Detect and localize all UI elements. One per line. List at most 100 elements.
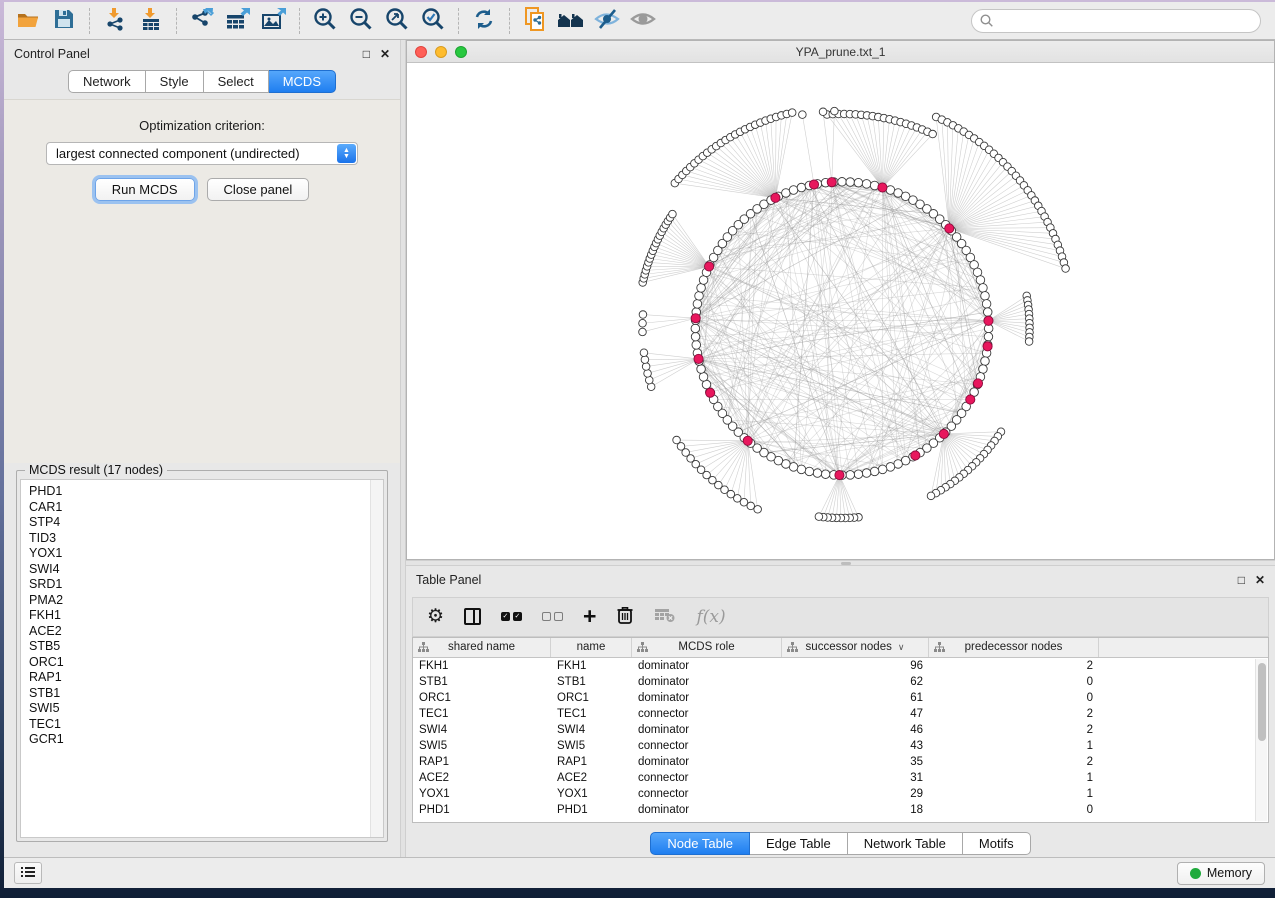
- table-row[interactable]: SWI4SWI4 dominator46 2: [413, 722, 1268, 738]
- dropdown-selected-value: largest connected component (undirected): [47, 146, 300, 161]
- mcds-result-item[interactable]: GCR1: [29, 732, 365, 748]
- open-folder-icon: [16, 8, 40, 33]
- mcds-node: [878, 183, 887, 192]
- zoom-out-button[interactable]: [345, 6, 377, 36]
- mcds-node: [973, 379, 982, 388]
- deselect-all-button[interactable]: [542, 604, 563, 630]
- memory-button[interactable]: Memory: [1177, 862, 1265, 885]
- mcds-result-list[interactable]: PHD1CAR1STP4TID3YOX1SWI4SRD1PMA2FKH1ACE2…: [20, 479, 384, 838]
- column-header-predecessor-nodes[interactable]: predecessor nodes: [929, 638, 1099, 657]
- ring-node: [691, 324, 700, 333]
- mcds-result-item[interactable]: TEC1: [29, 717, 365, 733]
- show-column-button[interactable]: [464, 604, 481, 630]
- mcds-result-item[interactable]: ORC1: [29, 655, 365, 671]
- function-builder-button[interactable]: f(x): [696, 604, 725, 630]
- table-row[interactable]: ACE2ACE2 connector31 1: [413, 770, 1268, 786]
- ring-node: [862, 180, 871, 189]
- delete-table-button[interactable]: [654, 604, 676, 630]
- column-header-shared-name[interactable]: shared name: [413, 638, 551, 657]
- mcds-result-item[interactable]: PHD1: [29, 484, 365, 500]
- tab-motifs[interactable]: Motifs: [963, 832, 1031, 855]
- deselect-all-icon: [542, 612, 563, 621]
- tab-style[interactable]: Style: [146, 70, 204, 93]
- leaf-node: [819, 108, 827, 116]
- splitter-handle-icon[interactable]: [841, 562, 851, 565]
- tab-select[interactable]: Select: [204, 70, 269, 93]
- table-scrollbar[interactable]: [1255, 659, 1267, 821]
- mcds-result-item[interactable]: STB1: [29, 686, 365, 702]
- column-header-MCDS-role[interactable]: MCDS role: [632, 638, 782, 657]
- tab-network[interactable]: Network: [68, 70, 146, 93]
- table-row[interactable]: SWI5SWI5 connector43 1: [413, 738, 1268, 754]
- leaf-node: [669, 210, 677, 218]
- new-network-from-selection-button[interactable]: [519, 6, 551, 36]
- table-row[interactable]: STB1STB1 dominator62 0: [413, 674, 1268, 690]
- add-column-button[interactable]: +: [583, 604, 596, 630]
- mcds-result-item[interactable]: ACE2: [29, 624, 365, 640]
- table-scrollbar-thumb[interactable]: [1258, 663, 1266, 741]
- leaf-node: [639, 319, 647, 327]
- float-panel-icon[interactable]: □: [363, 48, 370, 60]
- mcds-result-item[interactable]: SWI4: [29, 562, 365, 578]
- task-history-button[interactable]: [14, 862, 42, 884]
- mcds-result-item[interactable]: SWI5: [29, 701, 365, 717]
- close-panel-button[interactable]: Close panel: [207, 178, 310, 201]
- table-row[interactable]: FKH1FKH1 dominator96 2: [413, 658, 1268, 674]
- zoom-fit-button[interactable]: [381, 6, 413, 36]
- network-canvas[interactable]: [407, 63, 1274, 559]
- close-panel-icon[interactable]: ✕: [380, 48, 390, 60]
- mcds-result-item[interactable]: CAR1: [29, 500, 365, 516]
- open-button[interactable]: [12, 6, 44, 36]
- export-image-button[interactable]: [258, 6, 290, 36]
- mcds-result-item[interactable]: PMA2: [29, 593, 365, 609]
- close-panel-icon[interactable]: ✕: [1255, 574, 1265, 586]
- save-button[interactable]: [48, 6, 80, 36]
- mcds-list-scrollbar[interactable]: [370, 480, 383, 837]
- optimization-criterion-dropdown[interactable]: largest connected component (undirected)…: [46, 142, 358, 165]
- delete-column-button[interactable]: [616, 604, 634, 630]
- import-table-button[interactable]: [135, 6, 167, 36]
- column-header-name[interactable]: name: [551, 638, 632, 657]
- leaf-node: [831, 107, 839, 115]
- show-all-eye-icon: [629, 7, 657, 34]
- table-row[interactable]: PHD1PHD1 dominator18 0: [413, 802, 1268, 818]
- table-row[interactable]: ORC1ORC1 dominator61 0: [413, 690, 1268, 706]
- table-row[interactable]: YOX1YOX1 connector29 1: [413, 786, 1268, 802]
- table-row[interactable]: TEC1TEC1 connector47 2: [413, 706, 1268, 722]
- tab-edge-table[interactable]: Edge Table: [750, 832, 848, 855]
- tab-network-table[interactable]: Network Table: [848, 832, 963, 855]
- network-window-titlebar[interactable]: YPA_prune.txt_1: [407, 41, 1274, 63]
- tab-mcds[interactable]: MCDS: [269, 70, 336, 93]
- status-bar: Memory: [4, 857, 1275, 888]
- plus-icon: +: [583, 605, 596, 628]
- search-input[interactable]: [971, 9, 1261, 33]
- mcds-result-item[interactable]: RAP1: [29, 670, 365, 686]
- export-table-button[interactable]: [222, 6, 254, 36]
- column-header-successor-nodes[interactable]: successor nodes∨: [782, 638, 929, 657]
- mcds-result-item[interactable]: YOX1: [29, 546, 365, 562]
- toolbar-separator: [176, 8, 177, 34]
- float-panel-icon[interactable]: □: [1238, 574, 1245, 586]
- select-all-button[interactable]: [501, 604, 522, 630]
- first-neighbors-button[interactable]: [555, 6, 587, 36]
- mcds-result-item[interactable]: TID3: [29, 531, 365, 547]
- import-network-button[interactable]: [99, 6, 131, 36]
- refresh-layout-button[interactable]: [468, 6, 500, 36]
- mcds-result-item[interactable]: STB5: [29, 639, 365, 655]
- tab-node-table[interactable]: Node Table: [650, 832, 750, 855]
- show-all-button[interactable]: [627, 6, 659, 36]
- mcds-result-item[interactable]: FKH1: [29, 608, 365, 624]
- run-mcds-button[interactable]: Run MCDS: [95, 178, 195, 201]
- horizontal-splitter[interactable]: [406, 560, 1275, 566]
- table-row[interactable]: RAP1RAP1 dominator35 2: [413, 754, 1268, 770]
- main-toolbar: [4, 2, 1275, 40]
- ring-node: [878, 465, 887, 474]
- export-network-button[interactable]: [186, 6, 218, 36]
- mcds-result-item[interactable]: STP4: [29, 515, 365, 531]
- zoom-in-button[interactable]: [309, 6, 341, 36]
- table-options-button[interactable]: ⚙: [427, 604, 444, 630]
- mcds-result-item[interactable]: SRD1: [29, 577, 365, 593]
- zoom-selected-button[interactable]: [417, 6, 449, 36]
- hide-selected-button[interactable]: [591, 6, 623, 36]
- ring-node: [697, 365, 706, 374]
